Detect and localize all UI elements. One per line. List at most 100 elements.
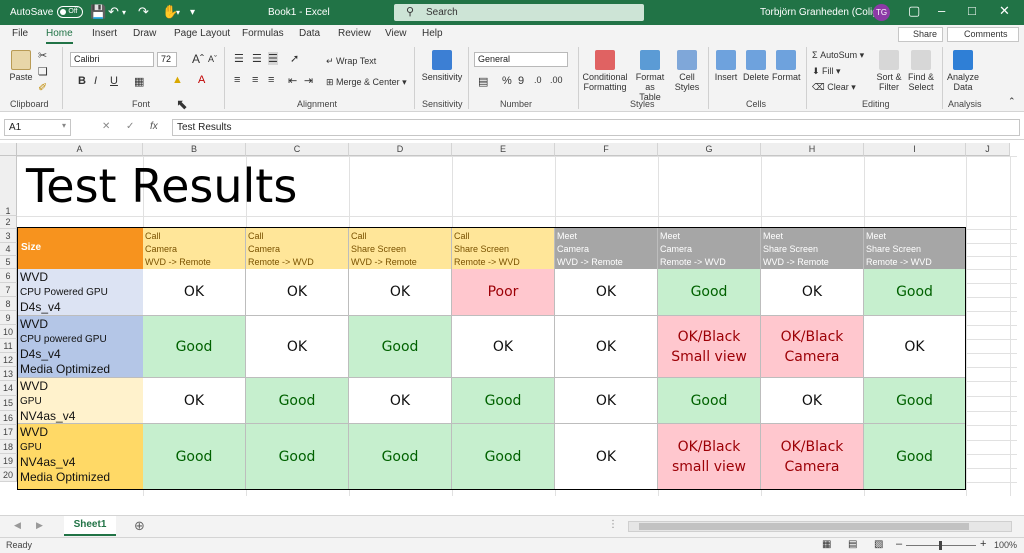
delete-cells-button[interactable]: Delete xyxy=(742,50,770,82)
result-cell[interactable]: Good xyxy=(143,316,246,378)
row-header-7[interactable]: 7 xyxy=(0,283,17,297)
undo-dropdown-icon[interactable]: ▾ xyxy=(122,8,126,17)
align-left-icon[interactable]: ≡ xyxy=(234,74,240,86)
align-center-icon[interactable]: ≡ xyxy=(252,74,258,86)
row-header-18[interactable]: 18 xyxy=(0,440,17,454)
row-header-14[interactable]: 14 xyxy=(0,381,17,396)
name-box-dropdown-icon[interactable]: ▾ xyxy=(62,121,66,130)
normal-view-icon[interactable]: ▦ xyxy=(822,539,831,550)
wrap-text-button[interactable]: ↵ Wrap Text xyxy=(326,56,376,67)
touch-dropdown-icon[interactable]: ▾ xyxy=(176,8,180,17)
zoom-slider-thumb[interactable] xyxy=(939,541,942,550)
percent-icon[interactable]: % xyxy=(502,75,512,87)
paste-button[interactable]: Paste xyxy=(6,50,36,82)
fill-color-icon[interactable]: ▲ xyxy=(172,74,183,86)
formula-input[interactable]: Test Results xyxy=(172,119,1020,136)
test-column-header[interactable]: Meet Share Screen WVD -> Remote xyxy=(761,228,864,269)
align-top-icon[interactable]: ☰ xyxy=(234,52,244,65)
select-all-corner[interactable] xyxy=(0,143,17,156)
column-header-j[interactable]: J xyxy=(966,143,1010,156)
tab-home[interactable]: Home xyxy=(46,28,73,44)
column-header-a[interactable]: A xyxy=(17,143,143,156)
result-cell[interactable]: Good xyxy=(452,378,555,424)
find-select-button[interactable]: Find & Select xyxy=(906,50,936,92)
accounting-format-icon[interactable]: ▤ xyxy=(478,75,488,88)
name-box[interactable]: A1 xyxy=(4,119,71,136)
test-column-header[interactable]: Call Share Screen Remote -> WVD xyxy=(452,228,555,269)
result-cell[interactable]: Good xyxy=(349,424,452,490)
result-cell[interactable]: OK xyxy=(452,316,555,378)
sort-filter-button[interactable]: Sort & Filter xyxy=(874,50,904,92)
tab-view[interactable]: View xyxy=(385,28,407,39)
result-cell[interactable]: OK xyxy=(349,269,452,316)
test-column-header[interactable]: Meet Camera Remote -> WVD xyxy=(658,228,761,269)
align-right-icon[interactable]: ≡ xyxy=(268,74,274,86)
column-header-g[interactable]: G xyxy=(658,143,761,156)
row-header-13[interactable]: 13 xyxy=(0,367,17,381)
merge-center-button[interactable]: ⊞ Merge & Center ▾ xyxy=(326,77,407,88)
cancel-entry-icon[interactable]: ✕ xyxy=(102,121,110,132)
conditional-formatting-button[interactable]: Conditional Formatting xyxy=(582,50,628,92)
collapse-ribbon-icon[interactable]: ⌃ xyxy=(1008,96,1016,107)
row-header-9[interactable]: 9 xyxy=(0,311,17,325)
row-header-1[interactable]: 1 xyxy=(0,156,17,216)
minimize-icon[interactable]: – xyxy=(938,3,945,18)
autosum-button[interactable]: Σ AutoSum ▾ xyxy=(812,50,864,61)
align-bottom-icon[interactable]: ☰ xyxy=(268,52,278,65)
decrease-indent-icon[interactable]: ⇤ xyxy=(288,74,297,87)
font-size-select[interactable]: 72 xyxy=(157,52,177,67)
row-header-11[interactable]: 11 xyxy=(0,339,17,353)
result-cell[interactable]: OK xyxy=(555,424,658,490)
customize-qat-icon[interactable]: ▾ xyxy=(190,7,195,18)
page-break-view-icon[interactable]: ▧ xyxy=(874,539,883,550)
prev-sheet-icon[interactable]: ◀ xyxy=(14,520,21,531)
bold-icon[interactable]: B xyxy=(78,75,86,87)
analyze-data-button[interactable]: Analyze Data xyxy=(946,50,980,92)
tab-help[interactable]: Help xyxy=(422,28,443,39)
result-cell[interactable]: Good xyxy=(864,378,966,424)
row-header-16[interactable]: 16 xyxy=(0,411,17,425)
number-format-select[interactable]: General xyxy=(474,52,568,67)
result-cell[interactable]: Good xyxy=(143,424,246,490)
size-header[interactable]: Size xyxy=(18,228,143,269)
search-input[interactable]: ⚲ Search xyxy=(394,4,644,21)
clear-button[interactable]: ⌫ Clear ▾ xyxy=(812,82,856,93)
zoom-slider[interactable] xyxy=(906,541,976,550)
tab-data[interactable]: Data xyxy=(299,28,320,39)
test-column-header[interactable]: Call Camera Remote -> WVD xyxy=(246,228,349,269)
increase-font-icon[interactable]: Aˆ xyxy=(192,52,204,66)
result-cell[interactable]: OK xyxy=(761,378,864,424)
increase-indent-icon[interactable]: ⇥ xyxy=(304,74,313,87)
close-icon[interactable]: ✕ xyxy=(999,3,1010,19)
row-size-label[interactable]: WVD CPU powered GPU D4s_v4 Media Optimized xyxy=(18,316,143,378)
result-cell[interactable]: OK/Black Small view xyxy=(658,316,761,378)
test-column-header[interactable]: Call Camera WVD -> Remote xyxy=(143,228,246,269)
result-cell[interactable]: Good xyxy=(246,424,349,490)
column-header-f[interactable]: F xyxy=(555,143,658,156)
next-sheet-icon[interactable]: ▶ xyxy=(36,520,43,531)
row-header-2[interactable]: 2 xyxy=(0,216,17,229)
user-name[interactable]: Torbjörn Granheden (Coligo) xyxy=(760,7,887,18)
result-cell[interactable]: OK xyxy=(349,378,452,424)
result-cell[interactable]: Good xyxy=(864,424,966,490)
result-cell[interactable]: Good xyxy=(658,269,761,316)
tab-page-layout[interactable]: Page Layout xyxy=(174,28,230,39)
result-cell[interactable]: Good xyxy=(349,316,452,378)
autosave-toggle[interactable]: Off xyxy=(57,6,84,18)
result-cell[interactable]: OK xyxy=(555,378,658,424)
autosave-control[interactable]: AutoSave Off xyxy=(10,6,84,18)
fill-button[interactable]: ⬇ Fill ▾ xyxy=(812,66,841,77)
row-size-label[interactable]: WVD GPU NV4as_v4 xyxy=(18,378,143,424)
result-cell[interactable]: OK/Black small view xyxy=(658,424,761,490)
worksheet-grid[interactable]: ABCDEFGHIJ 1 2 3 4 5 6 7 8 9 10 11 12 13 14 15 16 17 18 19… xyxy=(0,140,1024,515)
row-size-label[interactable]: WVD GPU NV4as_v4 Media Optimized xyxy=(18,424,143,490)
result-cell[interactable]: Good xyxy=(452,424,555,490)
borders-icon[interactable]: ▦ xyxy=(134,75,144,88)
result-cell[interactable]: OK xyxy=(555,316,658,378)
horizontal-scroll-thumb[interactable] xyxy=(639,523,969,530)
row-header-12[interactable]: 12 xyxy=(0,353,17,367)
insert-cells-button[interactable]: Insert xyxy=(712,50,740,82)
row-size-label[interactable]: WVD CPU Powered GPU D4s_v4 xyxy=(18,269,143,316)
result-cell[interactable]: OK xyxy=(143,269,246,316)
confirm-entry-icon[interactable]: ✓ xyxy=(126,121,134,132)
